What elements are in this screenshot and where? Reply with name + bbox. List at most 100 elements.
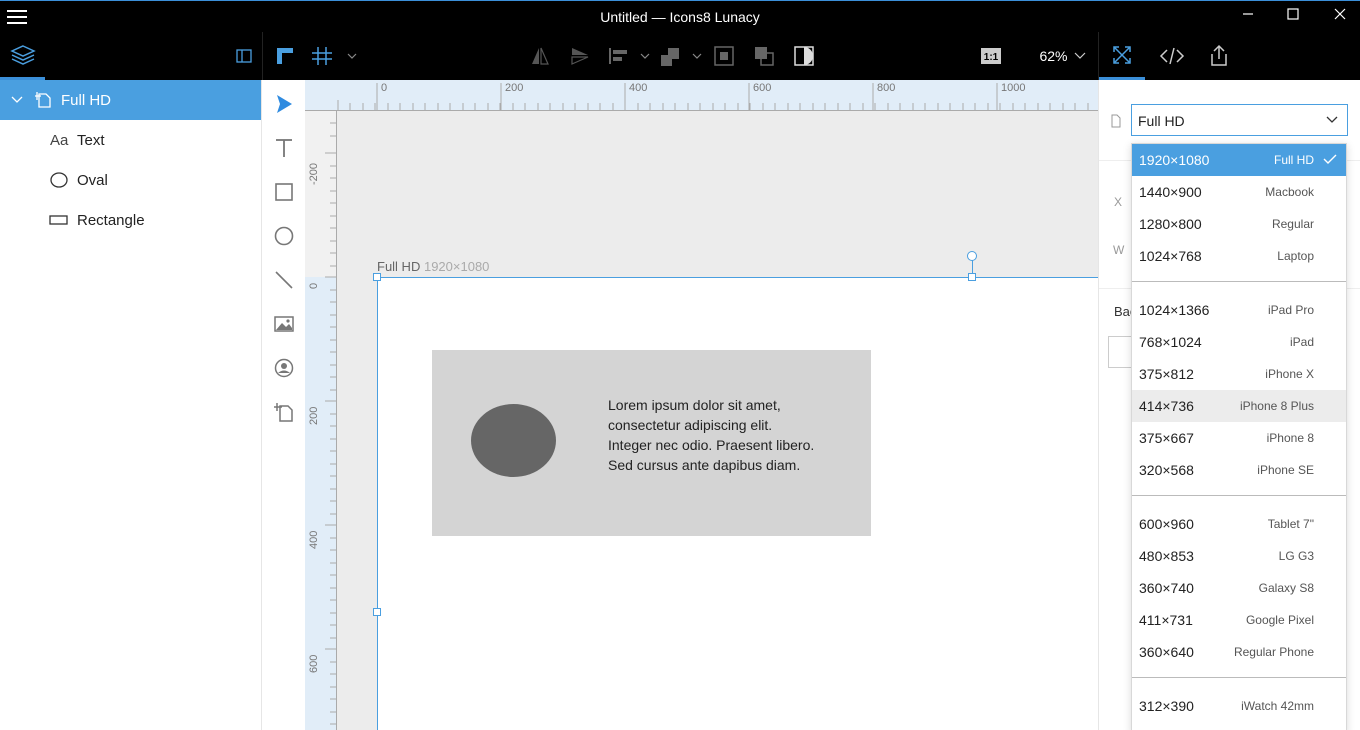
layer-name: Oval bbox=[77, 171, 108, 189]
layer-name: Full HD bbox=[61, 91, 112, 109]
maximize-button[interactable] bbox=[1283, 7, 1303, 27]
select-tool[interactable] bbox=[271, 91, 297, 117]
dropdown-divider bbox=[1132, 677, 1346, 678]
grid-icon bbox=[312, 47, 357, 65]
preset-option[interactable]: 375×812 iPhone X bbox=[1132, 358, 1346, 390]
rotate-handle[interactable] bbox=[967, 251, 977, 261]
preset-option[interactable]: 1280×800 Regular bbox=[1132, 208, 1346, 240]
code-tab[interactable] bbox=[1150, 32, 1194, 80]
main-toolbar: 1:1 62% bbox=[0, 32, 1360, 80]
preset-option[interactable]: 1440×900 Macbook bbox=[1132, 176, 1346, 208]
preset-option[interactable]: 1920×1080 Full HD bbox=[1132, 144, 1346, 176]
preset-option[interactable]: 1024×768 Laptop bbox=[1132, 240, 1346, 272]
preset-name: iPhone X bbox=[1265, 367, 1314, 381]
image-icon bbox=[274, 316, 294, 332]
one-to-one-icon: 1:1 bbox=[981, 48, 1001, 64]
line-tool[interactable] bbox=[271, 267, 297, 293]
preset-option[interactable]: 600×960 Tablet 7" bbox=[1132, 508, 1346, 540]
window-title: Untitled — Icons8 Lunacy bbox=[600, 9, 760, 25]
flip-vertical-button[interactable] bbox=[566, 32, 594, 80]
chevron-down-icon[interactable] bbox=[10, 93, 24, 107]
layer-row-text[interactable]: Aa Text bbox=[0, 120, 261, 160]
preset-option[interactable]: 1024×1366 iPad Pro bbox=[1132, 294, 1346, 326]
artboard-tool-icon bbox=[274, 403, 293, 422]
avatar-icon bbox=[274, 358, 294, 378]
flip-horizontal-button[interactable] bbox=[526, 32, 554, 80]
toggle-sidebar-button[interactable] bbox=[230, 32, 258, 80]
rectangle-layer-icon bbox=[49, 215, 68, 225]
preset-resolution: 411×731 bbox=[1139, 612, 1193, 628]
design-canvas[interactable]: Full HD 1920×1080 Lorem ipsum dolor sit … bbox=[337, 111, 1098, 730]
layers-tab[interactable] bbox=[0, 32, 45, 80]
arrange-icon bbox=[755, 47, 774, 66]
image-tool[interactable] bbox=[271, 311, 297, 337]
vertical-ruler[interactable]: -200 0 200 400 600 bbox=[305, 111, 337, 730]
preset-name: Macbook bbox=[1265, 185, 1314, 199]
preset-option[interactable]: 480×853 LG G3 bbox=[1132, 540, 1346, 572]
horizontal-ruler[interactable]: 0 200 400 600 800 1000 bbox=[305, 80, 1098, 111]
expand-arrows-icon bbox=[1113, 45, 1131, 64]
chevron-down-icon bbox=[1326, 116, 1338, 123]
preset-option[interactable]: 375×667 iPhone 8 bbox=[1132, 422, 1346, 454]
arrange-button[interactable] bbox=[750, 32, 778, 80]
line-tool-icon bbox=[275, 271, 293, 289]
resize-handle[interactable] bbox=[373, 273, 381, 281]
resize-handle[interactable] bbox=[373, 608, 381, 616]
text-tool[interactable] bbox=[271, 135, 297, 161]
resize-handle[interactable] bbox=[968, 273, 976, 281]
preset-name: Galaxy S8 bbox=[1258, 581, 1314, 595]
flip-vertical-icon bbox=[571, 48, 589, 65]
preset-resolution: 600×960 bbox=[1139, 516, 1194, 532]
actual-size-button[interactable]: 1:1 bbox=[977, 32, 1005, 80]
mask-icon bbox=[714, 46, 734, 66]
design-tab[interactable] bbox=[1099, 32, 1145, 80]
export-tab[interactable] bbox=[1197, 32, 1241, 80]
preset-option[interactable]: 320×568 iPhone SE bbox=[1132, 454, 1346, 486]
cursor-arrow-icon bbox=[277, 95, 292, 113]
zoom-control[interactable]: 62% bbox=[1036, 32, 1090, 80]
artboard-preset-select[interactable]: Full HD bbox=[1131, 104, 1348, 136]
dropdown-divider bbox=[1132, 281, 1346, 282]
text-layer[interactable]: Lorem ipsum dolor sit amet, consectetur … bbox=[608, 395, 848, 475]
layers-panel: Full HD Aa Text Oval Rectangle bbox=[0, 80, 262, 730]
layer-row-rectangle[interactable]: Rectangle bbox=[0, 200, 261, 240]
preset-option[interactable]: 414×736 iPhone 8 Plus bbox=[1132, 390, 1346, 422]
preset-resolution: 768×1024 bbox=[1139, 334, 1202, 350]
close-button[interactable] bbox=[1330, 7, 1350, 27]
rulers-toggle-button[interactable] bbox=[270, 32, 300, 80]
boolean-ops-button[interactable] bbox=[658, 32, 706, 80]
layer-row-artboard[interactable]: Full HD bbox=[0, 80, 261, 120]
preset-name: Full HD bbox=[1273, 153, 1314, 167]
one-to-one-label: 1:1 bbox=[984, 52, 999, 63]
preset-option[interactable]: 360×640 Regular Phone bbox=[1132, 636, 1346, 668]
preset-option[interactable]: 411×731 Google Pixel bbox=[1132, 604, 1346, 636]
rectangle-shape[interactable]: Lorem ipsum dolor sit amet, consectetur … bbox=[432, 350, 871, 536]
artboard-label[interactable]: Full HD 1920×1080 bbox=[377, 259, 489, 274]
mask-button[interactable] bbox=[710, 32, 738, 80]
x-field-label: X bbox=[1114, 195, 1123, 209]
preset-resolution: 320×568 bbox=[1139, 462, 1194, 478]
grid-toggle-button[interactable] bbox=[308, 32, 364, 80]
layer-row-oval[interactable]: Oval bbox=[0, 160, 261, 200]
checkmark-icon bbox=[1323, 154, 1337, 164]
layers-icon bbox=[9, 44, 36, 65]
align-button[interactable] bbox=[606, 32, 654, 80]
page-icon bbox=[1111, 114, 1121, 128]
contrast-button[interactable] bbox=[790, 32, 818, 80]
rectangle-tool[interactable] bbox=[271, 179, 297, 205]
preset-name: Tablet 7" bbox=[1267, 517, 1314, 531]
preset-option[interactable]: 360×740 Galaxy S8 bbox=[1132, 572, 1346, 604]
oval-tool[interactable] bbox=[271, 223, 297, 249]
artboard[interactable]: Lorem ipsum dolor sit amet, consectetur … bbox=[377, 277, 1098, 730]
ruler-label: 600 bbox=[308, 654, 320, 673]
preset-resolution: 1024×768 bbox=[1139, 248, 1202, 264]
avatar-tool[interactable] bbox=[271, 355, 297, 381]
oval-shape[interactable] bbox=[471, 404, 556, 477]
ruler-label: 800 bbox=[877, 82, 896, 94]
preset-option[interactable]: 768×1024 iPad bbox=[1132, 326, 1346, 358]
preset-option[interactable]: 312×390 iWatch 42mm bbox=[1132, 690, 1346, 722]
artboard-tool[interactable] bbox=[271, 399, 297, 425]
minimize-button[interactable] bbox=[1238, 7, 1258, 27]
preset-name: Regular bbox=[1271, 217, 1314, 231]
text-line: Integer nec odio. Praesent libero. bbox=[608, 437, 815, 453]
